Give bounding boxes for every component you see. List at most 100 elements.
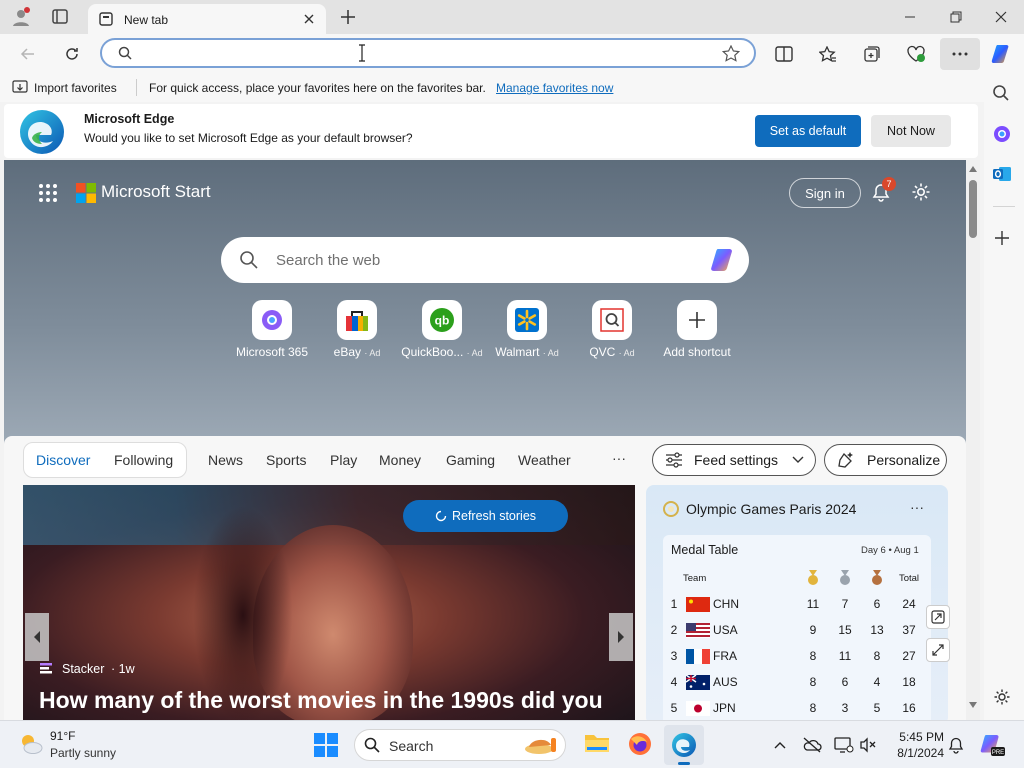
medal-table-card[interactable]: Medal Table Day 6 • Aug 1 Team Total 1 C… bbox=[663, 535, 931, 720]
edge-taskbar-icon bbox=[671, 732, 697, 758]
total: 18 bbox=[902, 675, 916, 689]
silver: 7 bbox=[841, 597, 849, 611]
next-story-button[interactable] bbox=[609, 613, 633, 661]
toolbar bbox=[0, 34, 1024, 74]
edge-logo-icon bbox=[18, 108, 66, 156]
refresh-icon[interactable] bbox=[58, 40, 86, 68]
page-scrollbar[interactable] bbox=[966, 160, 980, 720]
copilot-search-icon[interactable] bbox=[709, 247, 739, 273]
table-row[interactable]: 4 AUS 8 6 4 18 bbox=[665, 669, 925, 695]
close-tab-icon[interactable] bbox=[302, 12, 316, 26]
copilot-preview-icon[interactable]: PRE bbox=[978, 733, 1006, 757]
app-launcher-icon[interactable] bbox=[38, 183, 58, 203]
table-row[interactable]: 2 USA 9 15 13 37 bbox=[665, 617, 925, 643]
story-headline[interactable]: How many of the worst movies in the 1990… bbox=[39, 687, 603, 714]
import-favorites-link[interactable]: Import favorites bbox=[34, 81, 117, 95]
taskbar-search-box[interactable]: Search bbox=[354, 729, 566, 761]
restore-button[interactable] bbox=[933, 0, 979, 34]
open-in-new-icon[interactable] bbox=[926, 605, 950, 629]
firefox-icon[interactable] bbox=[627, 731, 653, 757]
browser-essentials-icon[interactable] bbox=[902, 40, 930, 68]
sliders-icon bbox=[665, 452, 683, 468]
manage-favorites-link[interactable]: Manage favorites now bbox=[496, 81, 613, 95]
refresh-stories-button[interactable]: Refresh stories bbox=[403, 500, 568, 532]
tab-discover[interactable]: Discover bbox=[36, 452, 90, 468]
olympics-title[interactable]: Olympic Games Paris 2024 bbox=[686, 501, 856, 517]
personalize-sparkle-icon bbox=[837, 451, 855, 469]
shortcut-label: QuickBoo... bbox=[401, 345, 464, 359]
feed-settings-button[interactable]: Feed settings bbox=[652, 444, 816, 476]
file-explorer-icon[interactable] bbox=[584, 731, 610, 755]
sidebar-search-icon[interactable] bbox=[992, 84, 1010, 102]
favorites-icon[interactable] bbox=[814, 40, 842, 68]
shortcut-add[interactable]: Add shortcut bbox=[655, 300, 739, 359]
notification-center-icon[interactable] bbox=[944, 733, 968, 757]
tab-gaming[interactable]: Gaming bbox=[446, 452, 495, 468]
web-search-icon bbox=[239, 250, 259, 270]
microsoft-365-icon[interactable] bbox=[992, 124, 1012, 144]
shortcut-ebay[interactable]: eBay · Ad bbox=[315, 300, 399, 359]
collections-icon[interactable] bbox=[858, 40, 886, 68]
tab-sports[interactable]: Sports bbox=[266, 452, 306, 468]
weather-temp[interactable]: 91°F bbox=[50, 729, 75, 743]
sign-in-button[interactable]: Sign in bbox=[789, 178, 861, 208]
partly-sunny-icon[interactable] bbox=[18, 731, 44, 757]
minimize-button[interactable] bbox=[887, 0, 933, 34]
scroll-up-icon[interactable] bbox=[969, 166, 977, 172]
set-as-default-button[interactable]: Set as default bbox=[755, 115, 861, 147]
favorite-star-icon[interactable] bbox=[722, 45, 740, 62]
edge-taskbar-button[interactable] bbox=[664, 725, 704, 765]
expand-icon[interactable] bbox=[926, 638, 950, 662]
table-row[interactable]: 5 JPN 8 3 5 16 bbox=[665, 695, 925, 720]
show-hidden-icons-icon[interactable] bbox=[768, 733, 792, 757]
settings-more-button[interactable] bbox=[940, 38, 980, 70]
personalize-button[interactable]: Personalize bbox=[824, 444, 947, 476]
shortcut-qvc[interactable]: QVC · Ad bbox=[570, 300, 654, 359]
page-settings-gear-icon[interactable] bbox=[911, 182, 931, 202]
web-search-input[interactable]: Search the web bbox=[276, 252, 380, 269]
previous-story-button[interactable] bbox=[25, 613, 49, 661]
weather-desc[interactable]: Partly sunny bbox=[50, 746, 116, 760]
scroll-thumb[interactable] bbox=[969, 180, 977, 238]
copilot-icon[interactable] bbox=[988, 40, 1016, 68]
table-row[interactable]: 1 CHN 11 7 6 24 bbox=[665, 591, 925, 617]
clock-time[interactable]: 5:45 PM bbox=[894, 730, 944, 744]
address-bar[interactable] bbox=[100, 38, 756, 68]
tab-play[interactable]: Play bbox=[330, 452, 357, 468]
tab-money[interactable]: Money bbox=[379, 452, 421, 468]
tab-new-tab[interactable]: New tab bbox=[88, 4, 326, 34]
not-now-button[interactable]: Not Now bbox=[871, 115, 951, 147]
new-tab-button[interactable] bbox=[339, 8, 357, 26]
network-volume-icon[interactable] bbox=[858, 733, 882, 757]
tab-news[interactable]: News bbox=[208, 452, 243, 468]
onedrive-off-icon[interactable] bbox=[800, 733, 824, 757]
table-row[interactable]: 3 FRA 8 11 8 27 bbox=[665, 643, 925, 669]
olympics-more-button[interactable]: ··· bbox=[910, 499, 924, 515]
shortcut-walmart[interactable]: Walmart · Ad bbox=[485, 300, 569, 359]
close-window-button[interactable] bbox=[978, 0, 1024, 34]
tab-following[interactable]: Following bbox=[114, 452, 173, 468]
split-screen-icon[interactable] bbox=[770, 40, 798, 68]
silver: 15 bbox=[838, 623, 852, 637]
windows-start-icon[interactable] bbox=[314, 733, 338, 757]
shortcut-label: Walmart bbox=[495, 345, 540, 359]
tab-actions-icon[interactable] bbox=[50, 8, 70, 26]
outlook-icon[interactable] bbox=[992, 164, 1012, 184]
back-icon[interactable] bbox=[14, 40, 42, 68]
gold-medal-icon bbox=[808, 570, 818, 585]
brand-title[interactable]: Microsoft Start bbox=[101, 182, 211, 202]
search-highlight-icon bbox=[523, 734, 559, 756]
web-search-box[interactable]: Search the web bbox=[221, 237, 749, 283]
profile-icon[interactable] bbox=[10, 6, 32, 28]
clock-date[interactable]: 8/1/2024 bbox=[888, 746, 944, 760]
tab-weather[interactable]: Weather bbox=[518, 452, 571, 468]
add-sidebar-app-icon[interactable] bbox=[994, 230, 1010, 246]
shortcut-microsoft-365[interactable]: Microsoft 365 bbox=[230, 300, 314, 359]
shortcut-quickbooks[interactable]: qb QuickBoo... · Ad bbox=[400, 300, 484, 359]
team: JPN bbox=[713, 701, 736, 715]
sidebar-settings-icon[interactable] bbox=[993, 688, 1011, 706]
scroll-down-icon[interactable] bbox=[969, 702, 977, 708]
display-icon[interactable] bbox=[832, 733, 856, 757]
tab-more[interactable]: ··· bbox=[612, 450, 626, 466]
hero-story-card[interactable]: Refresh stories Stacker · 1w How many of… bbox=[23, 485, 635, 720]
